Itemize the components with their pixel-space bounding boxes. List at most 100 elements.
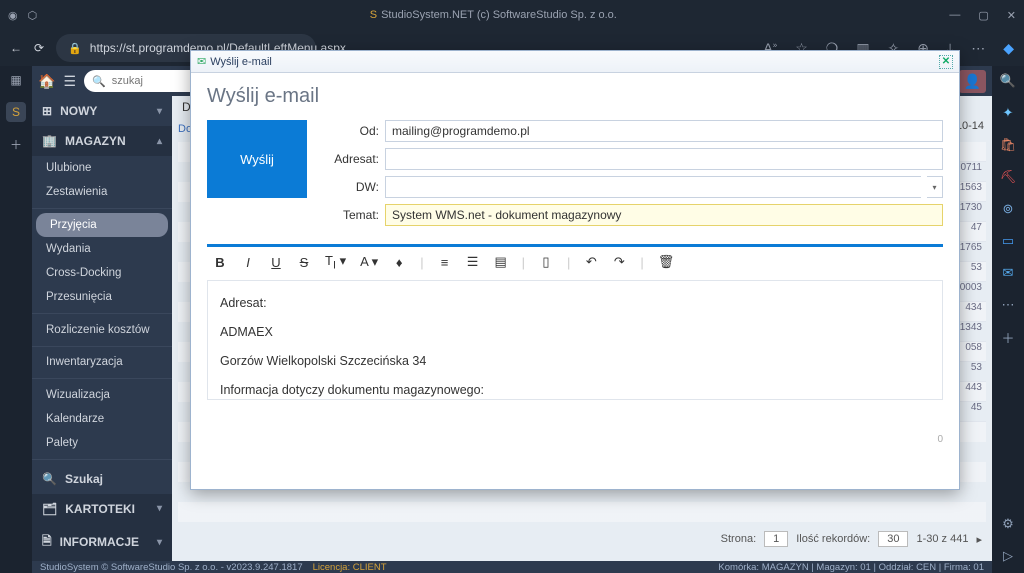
sidebar-item-przesuniecia[interactable]: Przesunięcia bbox=[32, 285, 172, 309]
italic-button[interactable]: I bbox=[241, 255, 255, 270]
sidebar-item-zestawienia[interactable]: Zestawienia bbox=[32, 180, 172, 204]
sidebar-item-ulubione[interactable]: Ulubione bbox=[32, 156, 172, 180]
bgcolor-button[interactable]: ♦ bbox=[392, 255, 406, 270]
sidebar-item-przyjecia[interactable]: Przyjęcia bbox=[36, 213, 168, 237]
search-icon: 🔍 bbox=[92, 75, 106, 88]
sidebar-new[interactable]: ⊞ NOWY ▾ bbox=[32, 96, 172, 126]
sidebar-item-palety[interactable]: Palety bbox=[32, 431, 172, 455]
minimize-button[interactable]: — bbox=[949, 9, 960, 21]
close-window-button[interactable]: ✕ bbox=[1007, 9, 1016, 22]
sidebar-search[interactable]: 🔍 Szukaj bbox=[32, 464, 172, 494]
lock-icon: 🔒 bbox=[68, 42, 82, 55]
sidebar-item-wizualizacja[interactable]: Wizualizacja bbox=[32, 383, 172, 407]
chevron-down-icon: ▾ bbox=[157, 537, 162, 548]
tool3-icon[interactable]: ⛏ bbox=[999, 168, 1017, 186]
pagination: Strona: 1 Ilość rekordów: 30 1-30 z 441 … bbox=[721, 531, 982, 547]
label-subject: Temat: bbox=[327, 208, 379, 222]
send-button[interactable]: Wyślij bbox=[207, 120, 307, 198]
more-icon[interactable]: ⋯ bbox=[971, 40, 985, 57]
profile-icon[interactable]: ◉ bbox=[8, 9, 18, 22]
mail-small-icon: ✉ bbox=[197, 55, 206, 68]
label-from: Od: bbox=[327, 124, 379, 138]
sidebar-item-crossdocking[interactable]: Cross-Docking bbox=[32, 261, 172, 285]
footer-version: StudioSystem © SoftwareStudio Sp. z o.o.… bbox=[40, 562, 303, 573]
undo-button[interactable]: ↶ bbox=[584, 254, 598, 270]
chevron-down-icon: ▾ bbox=[157, 106, 162, 117]
sidebar-item-rozliczenie[interactable]: Rozliczenie kosztów bbox=[32, 318, 172, 342]
clear-button[interactable]: 🗑 bbox=[658, 254, 675, 270]
fontsize-button[interactable]: TI ▾ bbox=[325, 253, 346, 272]
page-size[interactable]: 30 bbox=[878, 531, 908, 547]
body-line: ADMAEX bbox=[220, 320, 930, 345]
tool1-icon[interactable]: ✦ bbox=[999, 104, 1017, 122]
sidebar-item-inwentaryzacja[interactable]: Inwentaryzacja bbox=[32, 350, 172, 374]
tool7-icon[interactable]: ⋯ bbox=[999, 296, 1017, 314]
modal-titlebar[interactable]: ✉ Wyślij e-mail ✕ bbox=[191, 51, 959, 73]
email-modal: ✉ Wyślij e-mail ✕ Wyślij e-mail Wyślij O… bbox=[190, 50, 960, 490]
collapse-side-icon[interactable]: ▷ bbox=[999, 547, 1017, 565]
settings-side-icon[interactable]: ⚙ bbox=[999, 515, 1017, 533]
cards-icon: 🗂 bbox=[42, 502, 57, 516]
tool5-icon[interactable]: ▭ bbox=[999, 232, 1017, 250]
page-range: 1-30 z 441 bbox=[916, 533, 968, 545]
sidebar-section-kartoteki[interactable]: 🗂 KARTOTEKI ▾ bbox=[32, 494, 172, 524]
bold-button[interactable]: B bbox=[213, 255, 227, 270]
modal-close-button[interactable]: ✕ bbox=[939, 55, 953, 69]
label-cc: DW: bbox=[327, 180, 379, 194]
char-count: 0 bbox=[937, 434, 943, 445]
tool-add-icon[interactable]: ＋ bbox=[999, 328, 1017, 346]
input-from[interactable] bbox=[385, 120, 943, 142]
page-next-icon[interactable]: ▸ bbox=[976, 533, 982, 546]
modal-window-title: Wyślij e-mail bbox=[210, 56, 272, 68]
align-left-icon[interactable]: ≡ bbox=[438, 255, 452, 270]
strike-button[interactable]: S bbox=[297, 255, 311, 270]
tab-workspace-icon[interactable]: ▦ bbox=[6, 70, 26, 90]
editor-body[interactable]: Adresat: ADMAEX Gorzów Wielkopolski Szcz… bbox=[207, 280, 943, 400]
input-cc[interactable] bbox=[385, 176, 921, 198]
sidebar-section-magazyn[interactable]: 🏢 MAGAZYN ▴ bbox=[32, 126, 172, 156]
footer-context: Komórka: MAGAZYN | Magazyn: 01 | Oddział… bbox=[718, 562, 984, 573]
copilot-panel-icon[interactable]: ◆ bbox=[1003, 40, 1014, 57]
list-ul-icon[interactable]: ☰ bbox=[466, 254, 480, 270]
edge-sidebar: 🔍 ✦ 🛍 ⛏ ⊚ ▭ ✉ ⋯ ＋ ⚙ ▷ bbox=[992, 66, 1024, 573]
new-tab-button[interactable]: ＋ bbox=[6, 134, 26, 154]
chevron-up-icon: ▴ bbox=[157, 136, 162, 147]
sidebar-item-wydania[interactable]: Wydania bbox=[32, 237, 172, 261]
user-icon[interactable]: 👤 bbox=[959, 70, 986, 93]
indent-icon[interactable]: ▤ bbox=[494, 254, 508, 270]
status-bar: StudioSystem © SoftwareStudio Sp. z o.o.… bbox=[32, 561, 992, 573]
fontcolor-button[interactable]: A ▾ bbox=[360, 254, 378, 270]
page-number[interactable]: 1 bbox=[764, 531, 788, 547]
app-logo-icon: S bbox=[370, 9, 377, 21]
sidebar-item-kalendarze[interactable]: Kalendarze bbox=[32, 407, 172, 431]
cc-dropdown-icon[interactable]: ▾ bbox=[927, 176, 943, 198]
underline-button[interactable]: U bbox=[269, 255, 283, 270]
refresh-button[interactable]: ⟳ bbox=[34, 41, 44, 55]
back-button[interactable]: ← bbox=[10, 41, 22, 55]
input-to[interactable] bbox=[385, 148, 943, 170]
tool4-icon[interactable]: ⊚ bbox=[999, 200, 1017, 218]
input-subject[interactable] bbox=[385, 204, 943, 226]
window-title: StudioSystem.NET (c) SoftwareStudio Sp. … bbox=[381, 9, 617, 21]
body-line: Adresat: bbox=[220, 291, 930, 316]
app-sidebar: ⊞ NOWY ▾ 🏢 MAGAZYN ▴ Ulubione Zestawieni… bbox=[32, 96, 172, 561]
sidebar-section-informacje[interactable]: 🗎 INFORMACJE ▾ bbox=[32, 524, 172, 561]
tab-active[interactable]: S bbox=[6, 102, 26, 122]
search-side-icon[interactable]: 🔍 bbox=[999, 72, 1017, 90]
menu-icon[interactable]: ☰ bbox=[63, 73, 76, 90]
body-line: Gorzów Wielkopolski Szczecińska 34 bbox=[220, 349, 930, 374]
redo-button[interactable]: ↷ bbox=[612, 254, 626, 270]
modal-heading: Wyślij e-mail bbox=[207, 85, 943, 108]
tool6-icon[interactable]: ✉ bbox=[999, 264, 1017, 282]
maximize-button[interactable]: ▢ bbox=[978, 9, 988, 22]
info-icon: 🗎 bbox=[42, 532, 52, 553]
search-icon: 🔍 bbox=[42, 472, 57, 486]
tool2-icon[interactable]: 🛍 bbox=[999, 136, 1017, 154]
body-line: Informacja dotyczy dokumentu magazynoweg… bbox=[220, 378, 930, 400]
window-titlebar: ◉ ⬡ S StudioSystem.NET (c) SoftwareStudi… bbox=[0, 0, 1024, 30]
plus-icon: ⊞ bbox=[42, 104, 52, 118]
insert-icon[interactable]: ▯ bbox=[539, 254, 553, 270]
chevron-down-icon: ▾ bbox=[157, 503, 162, 514]
home-icon[interactable]: 🏠 bbox=[38, 73, 55, 90]
copilot-icon[interactable]: ⬡ bbox=[28, 9, 38, 22]
